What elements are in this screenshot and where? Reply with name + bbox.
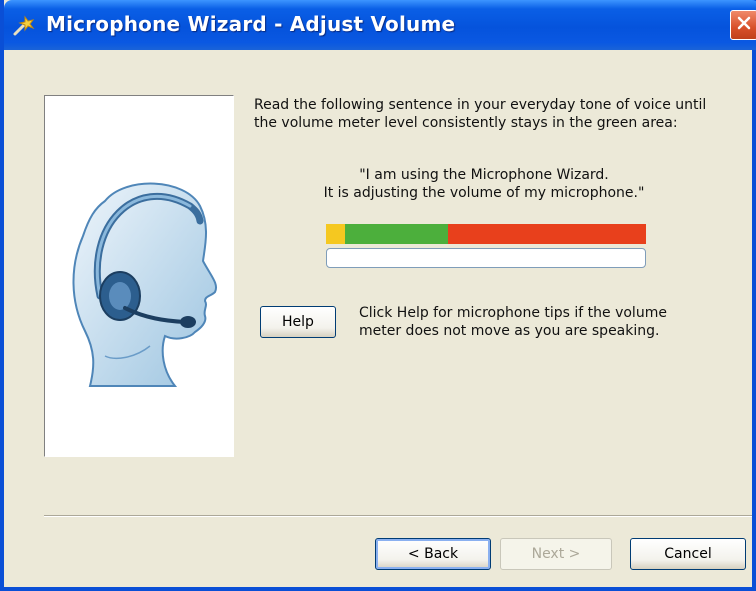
window-title: Microphone Wizard - Adjust Volume (46, 12, 456, 36)
help-text-line2: meter does not move as you are speaking. (359, 323, 660, 339)
meter-zone-loud (447, 224, 646, 244)
illustration-panel (44, 95, 234, 457)
help-text-line1: Click Help for microphone tips if the vo… (359, 305, 667, 321)
sample-sentence: "I am using the Microphone Wizard. It is… (274, 166, 694, 202)
close-button[interactable] (730, 10, 756, 40)
close-icon (736, 15, 752, 35)
instruction-text: Read the following sentence in your ever… (254, 97, 707, 131)
help-text: Click Help for microphone tips if the vo… (359, 304, 739, 340)
volume-meter (326, 248, 646, 268)
volume-zone-bar (326, 224, 646, 244)
microphone-wizard-dialog: Microphone Wizard - Adjust Volume Read t… (0, 0, 756, 591)
microphone-wizard-icon (12, 12, 38, 38)
meter-zone-low (326, 224, 346, 244)
help-button[interactable]: Help (260, 306, 336, 338)
footer-separator (44, 515, 752, 517)
next-button[interactable]: Next > (500, 538, 612, 570)
meter-zone-good (345, 224, 448, 244)
sample-sentence-line2: It is adjusting the volume of my microph… (323, 185, 645, 201)
title-bar[interactable]: Microphone Wizard - Adjust Volume (4, 0, 756, 50)
sample-sentence-line1: "I am using the Microphone Wizard. (359, 167, 609, 183)
back-button[interactable]: < Back (375, 538, 491, 570)
cancel-button[interactable]: Cancel (630, 538, 746, 570)
headset-person-illustration (72, 182, 217, 387)
